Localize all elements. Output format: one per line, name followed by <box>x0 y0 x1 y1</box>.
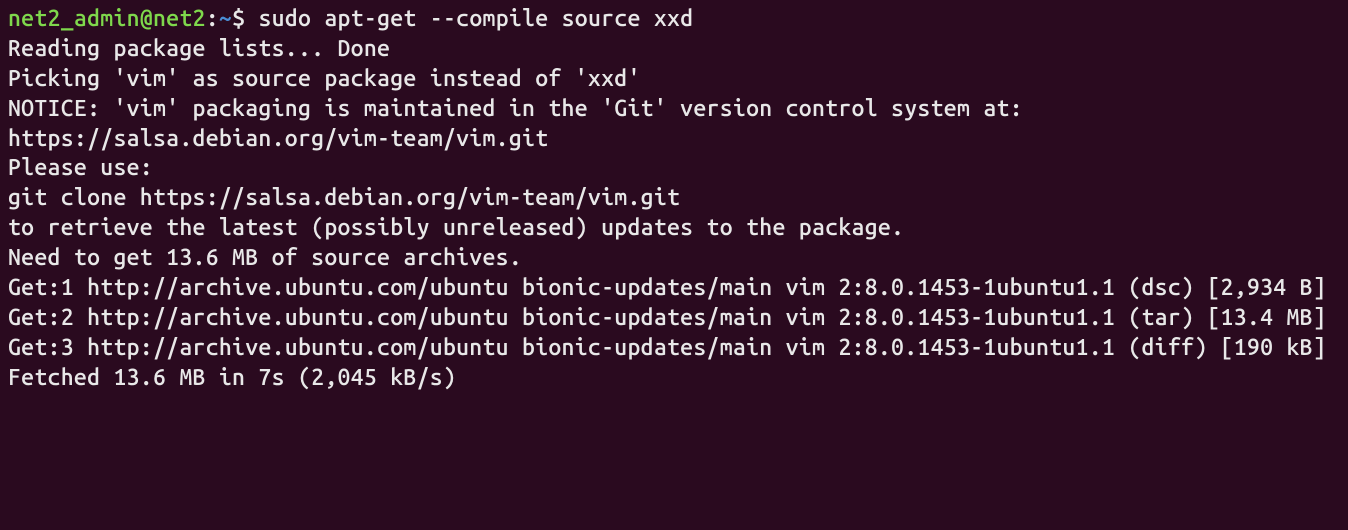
output-line: Get:2 http://archive.ubuntu.com/ubuntu b… <box>8 303 1340 333</box>
output-line: https://salsa.debian.org/vim-team/vim.gi… <box>8 124 1340 154</box>
prompt-dollar: $ <box>232 6 258 31</box>
output-line: Fetched 13.6 MB in 7s (2,045 kB/s) <box>8 363 1340 393</box>
prompt-user-host: net2_admin@net2 <box>8 6 206 31</box>
prompt-line: net2_admin@net2:~$ sudo apt-get --compil… <box>8 4 1340 34</box>
output-line: Need to get 13.6 MB of source archives. <box>8 243 1340 273</box>
output-line: Please use: <box>8 153 1340 183</box>
output-line: Get:1 http://archive.ubuntu.com/ubuntu b… <box>8 273 1340 303</box>
command-text: sudo apt-get --compile source xxd <box>258 6 693 31</box>
output-line: Reading package lists... Done <box>8 34 1340 64</box>
prompt-separator: : <box>206 6 219 31</box>
prompt-path: ~ <box>219 6 232 31</box>
output-line: git clone https://salsa.debian.org/vim-t… <box>8 183 1340 213</box>
output-line: Get:3 http://archive.ubuntu.com/ubuntu b… <box>8 333 1340 363</box>
output-line: NOTICE: 'vim' packaging is maintained in… <box>8 94 1340 124</box>
output-line: to retrieve the latest (possibly unrelea… <box>8 213 1340 243</box>
output-line: Picking 'vim' as source package instead … <box>8 64 1340 94</box>
terminal-window[interactable]: net2_admin@net2:~$ sudo apt-get --compil… <box>8 4 1340 393</box>
